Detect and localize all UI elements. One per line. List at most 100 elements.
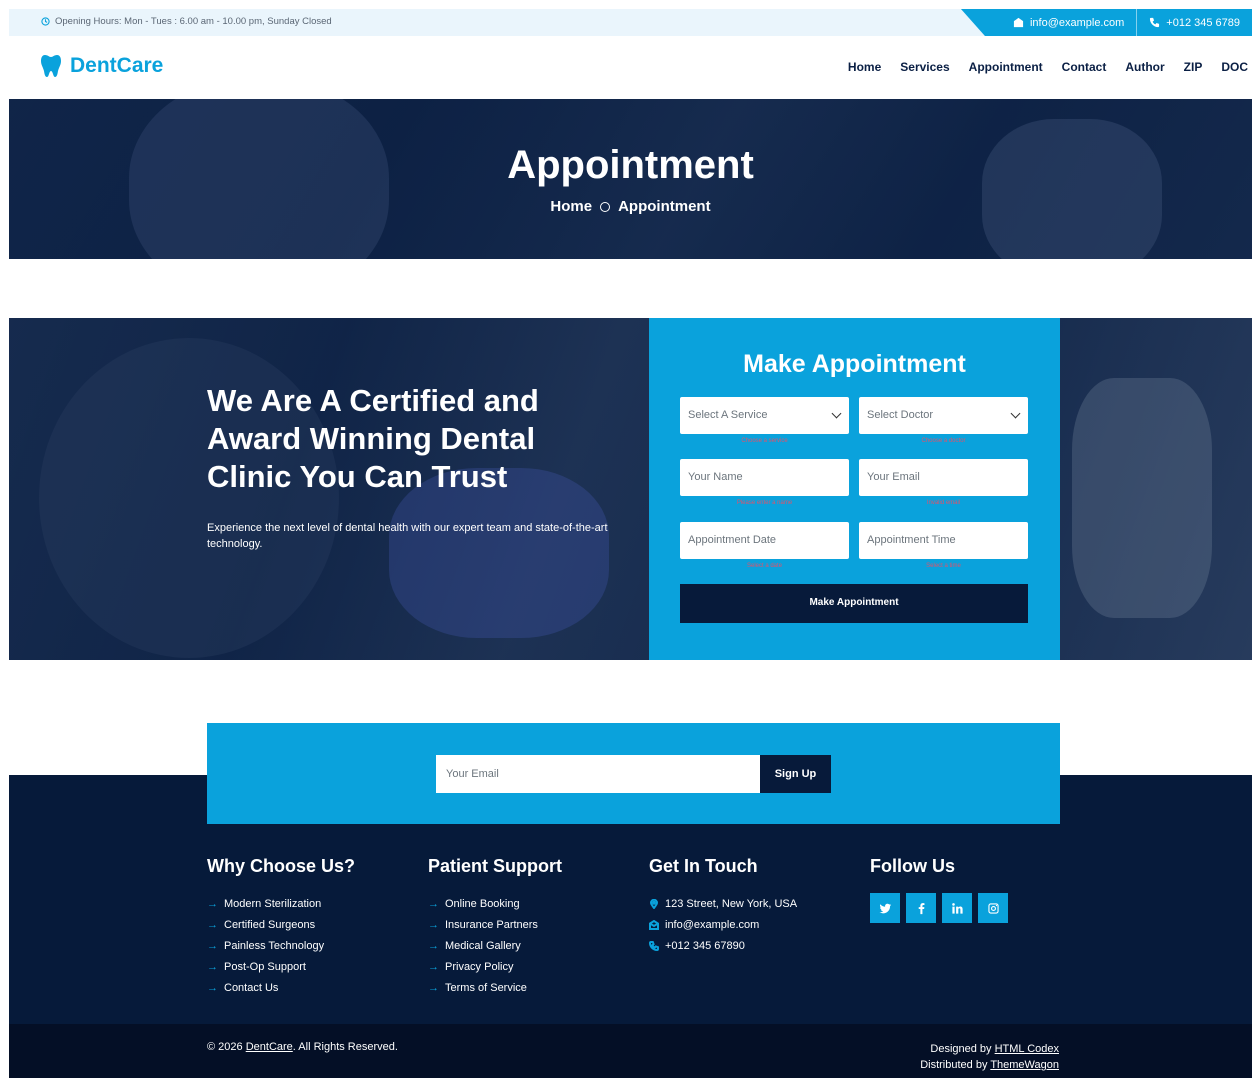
footer-link[interactable]: → Medical Gallery [428, 935, 562, 956]
footer-link-label: Painless Technology [224, 939, 325, 952]
newsletter-email-input[interactable]: Your Email [436, 755, 760, 793]
service-select[interactable]: Select A Service [680, 397, 849, 434]
top-email[interactable]: info@example.com [1001, 9, 1136, 36]
instagram-icon [987, 902, 999, 914]
nav-home[interactable]: Home [848, 60, 881, 74]
top-phone-text: +012 345 6789 [1166, 16, 1240, 29]
sign-up-button[interactable]: Sign Up [760, 755, 831, 793]
footer-link-label: Online Booking [445, 897, 520, 910]
nav-author[interactable]: Author [1125, 60, 1164, 74]
credits: Designed by HTML Codex Distributed by Th… [920, 1041, 1059, 1073]
doctor-select[interactable]: Select Doctor [859, 397, 1028, 434]
nav-doc[interactable]: DOC [1221, 60, 1248, 74]
footer-link[interactable]: → Terms of Service [428, 977, 562, 998]
copyright-bar: © 2026 DentCare. All Rights Reserved. De… [9, 1024, 1252, 1078]
appointment-section: We Are A Certified and Award Winning Den… [9, 318, 1252, 660]
page-title: Appointment [507, 143, 754, 187]
page-header: Appointment Home Appointment [9, 99, 1252, 259]
email-input-placeholder: Your Email [867, 471, 920, 483]
arrow-right-icon: → [428, 981, 439, 994]
footer-follow-column: Follow Us [870, 856, 1008, 923]
nav-services[interactable]: Services [900, 60, 949, 74]
copyright-suffix: . All Rights Reserved. [292, 1041, 398, 1053]
nav-contact[interactable]: Contact [1062, 60, 1107, 74]
copyright-prefix: © 2026 [207, 1041, 246, 1053]
footer-link[interactable]: → Modern Sterilization [207, 893, 355, 914]
footer-link-label: Medical Gallery [445, 939, 521, 952]
tooth-icon [41, 55, 61, 77]
footer-link-label: Privacy Policy [445, 960, 514, 973]
nav-zip[interactable]: ZIP [1184, 60, 1203, 74]
arrow-right-icon: → [207, 960, 218, 973]
top-contact: info@example.com +012 345 6789 [960, 9, 1252, 36]
make-appointment-button[interactable]: Make Appointment [680, 584, 1028, 623]
footer-link[interactable]: → Contact Us [207, 977, 355, 998]
appointment-form: Make Appointment Select A Service Choose… [649, 318, 1060, 660]
service-select-value: Select A Service [688, 409, 768, 421]
clock-icon [41, 17, 50, 26]
footer-link[interactable]: → Post-Op Support [207, 956, 355, 977]
arrow-right-icon: → [207, 918, 218, 931]
email-error: Invalid email [926, 500, 961, 506]
form-title: Make Appointment [743, 350, 966, 378]
footer-address: 123 Street, New York, USA [649, 893, 797, 914]
arrow-right-icon: → [428, 939, 439, 952]
arrow-right-icon: → [207, 939, 218, 952]
brand-name: DentCare [70, 54, 164, 77]
breadcrumb-current: Appointment [618, 198, 711, 215]
designed-by-prefix: Designed by [930, 1043, 995, 1055]
footer-phone[interactable]: +012 345 67890 [649, 935, 797, 956]
footer-link-label: Insurance Partners [445, 918, 538, 931]
background-photo-detail [982, 119, 1162, 259]
linkedin-button[interactable] [942, 893, 972, 923]
footer-link[interactable]: → Certified Surgeons [207, 914, 355, 935]
footer-link[interactable]: → Insurance Partners [428, 914, 562, 935]
footer-link-label: Modern Sterilization [224, 897, 322, 910]
footer-why-title: Why Choose Us? [207, 856, 356, 876]
footer-link-label: Certified Surgeons [224, 918, 316, 931]
main-menu: Home Services Appointment Contact Author… [848, 60, 1248, 74]
service-error: Choose a service [741, 438, 788, 444]
top-bar: Opening Hours: Mon - Tues : 6.00 am - 10… [9, 9, 1252, 36]
date-input-placeholder: Appointment Date [688, 534, 777, 546]
instagram-button[interactable] [978, 893, 1008, 923]
designed-by-link[interactable]: HTML Codex [995, 1043, 1059, 1055]
footer-why-column: Why Choose Us? → Modern Sterilization → Ce… [207, 856, 355, 998]
email-input[interactable]: Your Email [859, 459, 1028, 496]
doctor-select-value: Select Doctor [867, 409, 934, 421]
arrow-right-icon: → [428, 918, 439, 931]
name-input-placeholder: Your Name [688, 471, 743, 483]
newsletter: Your Email Sign Up [207, 723, 1060, 824]
facebook-button[interactable] [906, 893, 936, 923]
facebook-icon [918, 902, 924, 914]
envelope-icon [649, 919, 659, 930]
twitter-icon [879, 903, 891, 913]
date-input[interactable]: Appointment Date [680, 522, 849, 559]
time-input[interactable]: Appointment Time [859, 522, 1028, 559]
top-phone[interactable]: +012 345 6789 [1137, 9, 1252, 36]
footer-link[interactable]: → Painless Technology [207, 935, 355, 956]
name-input[interactable]: Your Name [680, 459, 849, 496]
navbar: DentCare Home Services Appointment Conta… [9, 36, 1252, 99]
footer-link[interactable]: → Privacy Policy [428, 956, 562, 977]
background-photo-detail [1072, 378, 1212, 618]
appointment-description: Experience the next level of dental heal… [207, 522, 608, 550]
newsletter-email-placeholder: Your Email [446, 768, 499, 780]
date-error: Select a date [746, 563, 783, 569]
footer-email[interactable]: info@example.com [649, 914, 797, 935]
footer-address-text: 123 Street, New York, USA [665, 897, 798, 910]
twitter-button[interactable] [870, 893, 900, 923]
distributed-by-link[interactable]: ThemeWagon [990, 1059, 1059, 1071]
linkedin-icon [951, 902, 963, 914]
breadcrumb-home[interactable]: Home [550, 198, 592, 215]
name-error: Please enter a name [736, 500, 793, 506]
footer-contact-title: Get In Touch [649, 856, 758, 876]
nav-appointment[interactable]: Appointment [969, 60, 1043, 74]
copyright: © 2026 DentCare. All Rights Reserved. [207, 1041, 398, 1053]
footer-support-title: Patient Support [428, 856, 562, 876]
footer-link[interactable]: → Online Booking [428, 893, 562, 914]
opening-hours-text: Opening Hours: Mon - Tues : 6.00 am - 10… [55, 16, 332, 27]
opening-hours: Opening Hours: Mon - Tues : 6.00 am - 10… [41, 16, 332, 27]
brand-logo[interactable]: DentCare [40, 54, 163, 78]
copyright-link[interactable]: DentCare [246, 1041, 293, 1053]
